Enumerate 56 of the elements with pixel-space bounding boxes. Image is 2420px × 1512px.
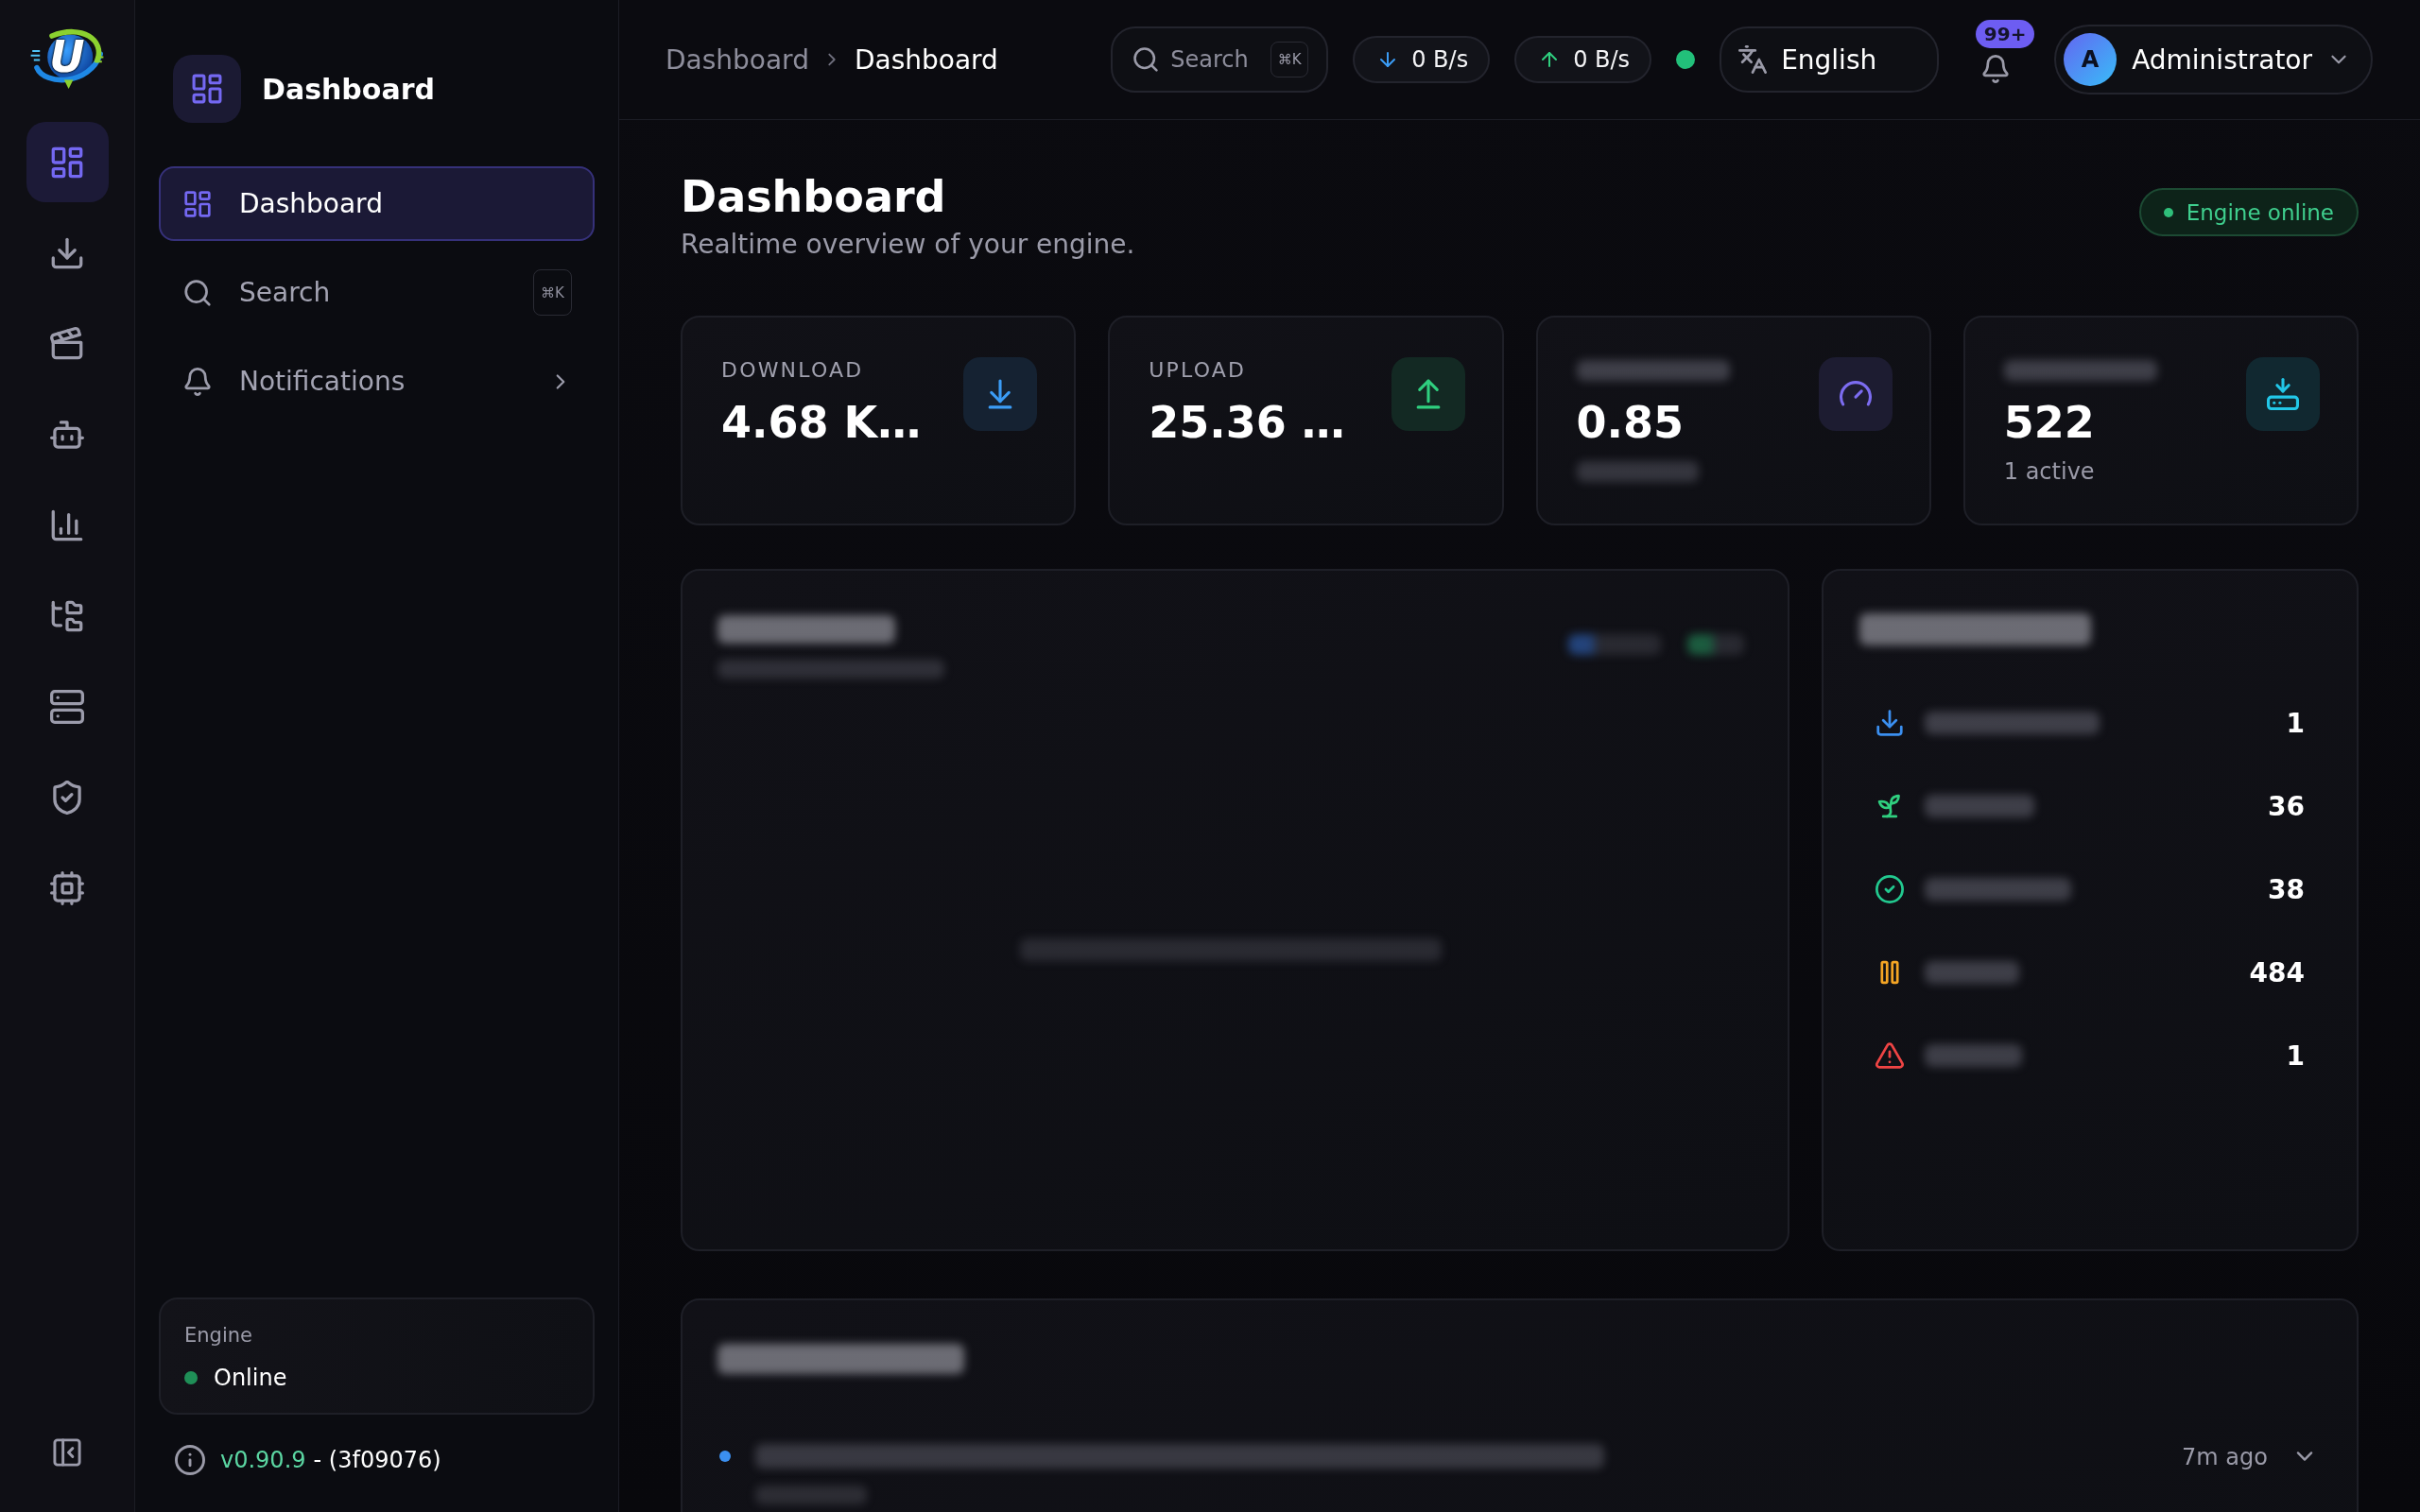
user-avatar: A: [2064, 33, 2118, 86]
info-icon: [175, 1445, 205, 1475]
search-icon: [183, 278, 212, 307]
translate-icon: [1738, 45, 1768, 74]
breadcrumb-link[interactable]: Dashboard: [666, 43, 809, 76]
rate-text: 0 B/s: [1411, 46, 1469, 73]
sidebar-nav-item[interactable]: Search ⌘K: [159, 255, 595, 330]
language-button[interactable]: English: [1720, 26, 1940, 93]
shortcut-key: ⌘K: [533, 269, 572, 316]
user-menu-button[interactable]: A Administrator: [2054, 25, 2373, 94]
bell-icon: [183, 367, 212, 396]
rate-text: 0 B/s: [1573, 46, 1631, 73]
status-count: 484: [2249, 956, 2305, 988]
stat-value: 4.68 K…: [721, 396, 922, 449]
sidebar-title: Dashboard: [262, 72, 435, 106]
stat-value: 0.85: [1576, 396, 1685, 449]
shortcut-key: ⌘K: [1270, 42, 1309, 77]
stat-value: 522: [2003, 396, 2096, 449]
stat-note: 1 active: [2003, 457, 2096, 487]
rail-nav-button[interactable]: [26, 122, 109, 202]
grid-icon: [50, 145, 84, 180]
status-count: 38: [2268, 873, 2305, 905]
grid-icon: [173, 55, 241, 123]
stat-label: UPLOAD: [1149, 357, 1248, 384]
bar-chart-icon: [50, 507, 84, 542]
panel-left-icon: [52, 1437, 82, 1468]
sidebar-nav-item[interactable]: Notifications: [159, 344, 595, 419]
page-title: Dashboard: [681, 172, 947, 222]
engine-label: Engine: [184, 1323, 253, 1349]
folder-tree-icon: [50, 598, 84, 633]
page-subtitle: Realtime overview of your engine.: [681, 228, 1135, 262]
download-icon: [50, 235, 84, 270]
notification-count: 99+: [1976, 20, 2035, 48]
status-count: 1: [2286, 1040, 2305, 1072]
cpu-chip-icon: [50, 870, 84, 905]
sidebar-nav-item[interactable]: Dashboard: [159, 166, 595, 241]
clapperboard-icon: [50, 326, 84, 361]
bell-icon: [1981, 55, 2011, 83]
engine-status-label: Engine online: [2186, 199, 2334, 225]
status-count: 36: [2268, 790, 2305, 822]
build-hash: - (3f09076): [313, 1447, 441, 1473]
version-number: v0.90.9: [220, 1447, 306, 1473]
gauge-icon: [1818, 357, 1893, 431]
download-tray-icon: [2246, 357, 2320, 431]
server-icon: [50, 689, 84, 724]
search-icon: [1132, 46, 1160, 73]
activity-time: 7m ago: [2182, 1444, 2268, 1470]
search-field[interactable]: Search: [1170, 41, 1260, 78]
shield-check-icon: [50, 780, 84, 815]
stat-value: 25.36 …: [1149, 396, 1345, 449]
grid-icon: [183, 189, 212, 218]
engine-status-text: Online: [214, 1364, 287, 1392]
status-count: 1: [2286, 707, 2305, 739]
stat-label: DOWNLOAD: [721, 357, 865, 384]
app-logo: U: [28, 21, 106, 96]
breadcrumb-current: Dashboard: [854, 43, 998, 76]
